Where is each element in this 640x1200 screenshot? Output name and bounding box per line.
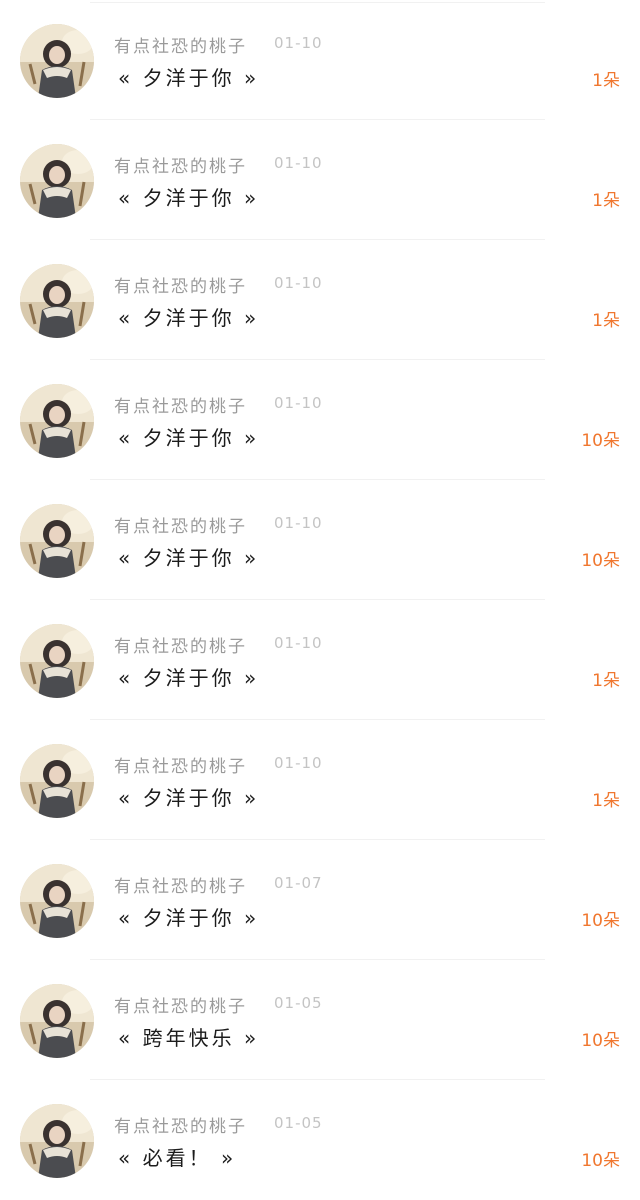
post-date: 01-05 [274,1114,323,1132]
gift-record-list: 有点社恐的桃子 01-10 « 夕洋于你 » 1朵 有点社恐的桃子 01-10 … [0,0,640,1192]
list-item[interactable]: 有点社恐的桃子 01-05 « 必看！ » 10朵 [0,1080,640,1200]
list-item[interactable]: 有点社恐的桃子 01-07 « 夕洋于你 » 10朵 [0,840,640,960]
avatar[interactable] [20,144,94,218]
post-date: 01-10 [274,34,323,52]
user-name[interactable]: 有点社恐的桃子 [114,1112,247,1137]
post-date: 01-05 [274,994,323,1012]
list-item[interactable]: 有点社恐的桃子 01-10 « 夕洋于你 » 1朵 [0,120,640,240]
gift-count: 10朵 [581,551,620,571]
list-item[interactable]: 有点社恐的桃子 01-10 « 夕洋于你 » 1朵 [0,0,640,120]
avatar-illustration-icon [20,384,94,458]
list-item[interactable]: 有点社恐的桃子 01-10 « 夕洋于你 » 1朵 [0,720,640,840]
gift-count: 1朵 [592,311,620,331]
gift-count: 10朵 [581,911,620,931]
post-title[interactable]: « 夕洋于你 » [118,542,259,571]
post-title[interactable]: « 夕洋于你 » [118,422,259,451]
gift-count: 1朵 [592,191,620,211]
avatar-illustration-icon [20,144,94,218]
avatar[interactable] [20,864,94,938]
avatar[interactable] [20,264,94,338]
gift-count: 1朵 [592,671,620,691]
avatar[interactable] [20,984,94,1058]
avatar-illustration-icon [20,624,94,698]
post-date: 01-10 [274,394,323,412]
avatar[interactable] [20,504,94,578]
list-item[interactable]: 有点社恐的桃子 01-10 « 夕洋于你 » 1朵 [0,240,640,360]
gift-count: 10朵 [581,1151,620,1171]
post-date: 01-10 [274,634,323,652]
post-date: 01-10 [274,754,323,772]
avatar-illustration-icon [20,744,94,818]
avatar-illustration-icon [20,864,94,938]
avatar-illustration-icon [20,24,94,98]
post-date: 01-10 [274,274,323,292]
user-name[interactable]: 有点社恐的桃子 [114,392,247,417]
list-item[interactable]: 有点社恐的桃子 01-10 « 夕洋于你 » 10朵 [0,360,640,480]
user-name[interactable]: 有点社恐的桃子 [114,872,247,897]
user-name[interactable]: 有点社恐的桃子 [114,632,247,657]
gift-count: 1朵 [592,71,620,91]
post-title[interactable]: « 必看！ » [118,1142,236,1171]
avatar[interactable] [20,384,94,458]
avatar-illustration-icon [20,1104,94,1178]
user-name[interactable]: 有点社恐的桃子 [114,752,247,777]
post-title[interactable]: « 夕洋于你 » [118,62,259,91]
post-date: 01-07 [274,874,323,892]
post-title[interactable]: « 夕洋于你 » [118,782,259,811]
post-title[interactable]: « 夕洋于你 » [118,902,259,931]
gift-count: 10朵 [581,431,620,451]
post-date: 01-10 [274,514,323,532]
list-item[interactable]: 有点社恐的桃子 01-10 « 夕洋于你 » 1朵 [0,600,640,720]
post-title[interactable]: « 夕洋于你 » [118,302,259,331]
list-item[interactable]: 有点社恐的桃子 01-05 « 跨年快乐 » 10朵 [0,960,640,1080]
user-name[interactable]: 有点社恐的桃子 [114,272,247,297]
user-name[interactable]: 有点社恐的桃子 [114,512,247,537]
avatar[interactable] [20,1104,94,1178]
avatar[interactable] [20,624,94,698]
avatar-illustration-icon [20,264,94,338]
avatar-illustration-icon [20,504,94,578]
post-title[interactable]: « 跨年快乐 » [118,1022,259,1051]
gift-count: 1朵 [592,791,620,811]
gift-count: 10朵 [581,1031,620,1051]
user-name[interactable]: 有点社恐的桃子 [114,32,247,57]
post-title[interactable]: « 夕洋于你 » [118,182,259,211]
avatar[interactable] [20,24,94,98]
post-date: 01-10 [274,154,323,172]
avatar[interactable] [20,744,94,818]
list-item[interactable]: 有点社恐的桃子 01-10 « 夕洋于你 » 10朵 [0,480,640,600]
user-name[interactable]: 有点社恐的桃子 [114,152,247,177]
user-name[interactable]: 有点社恐的桃子 [114,992,247,1017]
avatar-illustration-icon [20,984,94,1058]
post-title[interactable]: « 夕洋于你 » [118,662,259,691]
